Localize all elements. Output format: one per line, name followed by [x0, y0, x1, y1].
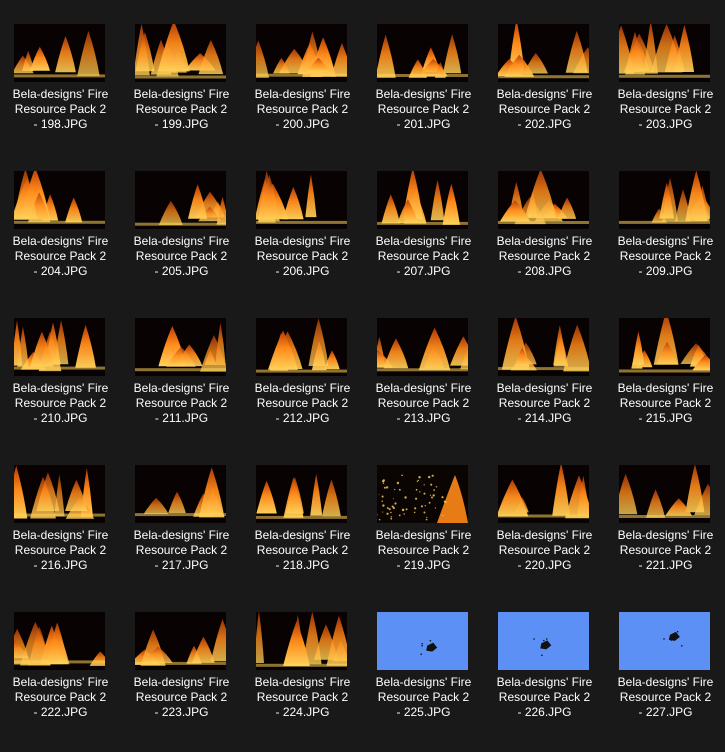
- file-name-label[interactable]: Bela-designs' Fire Resource Pack 2 - 226…: [484, 675, 605, 720]
- file-name-label[interactable]: Bela-designs' Fire Resource Pack 2 - 212…: [242, 381, 363, 426]
- file-thumbnail[interactable]: [256, 465, 347, 523]
- file-item[interactable]: Bela-designs' Fire Resource Pack 2 - 212…: [242, 318, 363, 458]
- file-thumbnail[interactable]: [377, 171, 468, 229]
- file-name-label[interactable]: Bela-designs' Fire Resource Pack 2 - 203…: [605, 87, 725, 132]
- file-item[interactable]: Bela-designs' Fire Resource Pack 2 - 220…: [484, 465, 605, 605]
- file-item[interactable]: Bela-designs' Fire Resource Pack 2 - 207…: [363, 171, 484, 311]
- file-thumbnail[interactable]: [498, 465, 589, 523]
- file-thumbnail[interactable]: [256, 612, 347, 670]
- file-thumbnail[interactable]: [619, 612, 710, 670]
- file-name-label[interactable]: Bela-designs' Fire Resource Pack 2 - 206…: [242, 234, 363, 279]
- file-name-label[interactable]: Bela-designs' Fire Resource Pack 2 - 213…: [363, 381, 484, 426]
- file-name-label[interactable]: Bela-designs' Fire Resource Pack 2 - 225…: [363, 675, 484, 720]
- file-thumbnail[interactable]: [135, 171, 226, 229]
- file-item[interactable]: Bela-designs' Fire Resource Pack 2 - 199…: [121, 24, 242, 164]
- file-item[interactable]: Bela-designs' Fire Resource Pack 2 - 223…: [121, 612, 242, 752]
- file-item[interactable]: Bela-designs' Fire Resource Pack 2 - 200…: [242, 24, 363, 164]
- file-name-label[interactable]: Bela-designs' Fire Resource Pack 2 - 218…: [242, 528, 363, 573]
- file-item[interactable]: Bela-designs' Fire Resource Pack 2 - 218…: [242, 465, 363, 605]
- file-item[interactable]: Bela-designs' Fire Resource Pack 2 - 204…: [0, 171, 121, 311]
- file-thumbnail[interactable]: [498, 24, 589, 82]
- file-name-label[interactable]: Bela-designs' Fire Resource Pack 2 - 198…: [0, 87, 121, 132]
- file-name-label[interactable]: Bela-designs' Fire Resource Pack 2 - 201…: [363, 87, 484, 132]
- file-name-label[interactable]: Bela-designs' Fire Resource Pack 2 - 211…: [121, 381, 242, 426]
- file-thumbnail[interactable]: [256, 171, 347, 229]
- file-thumbnail[interactable]: [619, 24, 710, 82]
- file-thumbnail[interactable]: [14, 465, 105, 523]
- file-name-label[interactable]: Bela-designs' Fire Resource Pack 2 - 214…: [484, 381, 605, 426]
- file-item[interactable]: Bela-designs' Fire Resource Pack 2 - 219…: [363, 465, 484, 605]
- file-thumbnail[interactable]: [619, 318, 710, 376]
- file-item[interactable]: Bela-designs' Fire Resource Pack 2 - 225…: [363, 612, 484, 752]
- file-thumbnail[interactable]: [14, 24, 105, 82]
- file-name-label[interactable]: Bela-designs' Fire Resource Pack 2 - 219…: [363, 528, 484, 573]
- file-thumbnail[interactable]: [256, 24, 347, 82]
- file-name-label[interactable]: Bela-designs' Fire Resource Pack 2 - 202…: [484, 87, 605, 132]
- file-name-label[interactable]: Bela-designs' Fire Resource Pack 2 - 221…: [605, 528, 725, 573]
- file-item[interactable]: Bela-designs' Fire Resource Pack 2 - 224…: [242, 612, 363, 752]
- file-name-label[interactable]: Bela-designs' Fire Resource Pack 2 - 209…: [605, 234, 725, 279]
- file-item[interactable]: Bela-designs' Fire Resource Pack 2 - 208…: [484, 171, 605, 311]
- file-thumbnail[interactable]: [498, 171, 589, 229]
- file-item[interactable]: Bela-designs' Fire Resource Pack 2 - 213…: [363, 318, 484, 458]
- file-item[interactable]: Bela-designs' Fire Resource Pack 2 - 214…: [484, 318, 605, 458]
- file-item[interactable]: Bela-designs' Fire Resource Pack 2 - 221…: [605, 465, 725, 605]
- file-thumbnail[interactable]: [14, 171, 105, 229]
- file-item[interactable]: Bela-designs' Fire Resource Pack 2 - 209…: [605, 171, 725, 311]
- file-item[interactable]: Bela-designs' Fire Resource Pack 2 - 202…: [484, 24, 605, 164]
- file-item[interactable]: Bela-designs' Fire Resource Pack 2 - 215…: [605, 318, 725, 458]
- file-name-label[interactable]: Bela-designs' Fire Resource Pack 2 - 205…: [121, 234, 242, 279]
- file-item[interactable]: Bela-designs' Fire Resource Pack 2 - 206…: [242, 171, 363, 311]
- file-item[interactable]: Bela-designs' Fire Resource Pack 2 - 203…: [605, 24, 725, 164]
- file-thumbnail[interactable]: [135, 318, 226, 376]
- file-thumbnail[interactable]: [135, 24, 226, 82]
- file-name-label[interactable]: Bela-designs' Fire Resource Pack 2 - 224…: [242, 675, 363, 720]
- file-item[interactable]: Bela-designs' Fire Resource Pack 2 - 227…: [605, 612, 725, 752]
- file-thumbnail[interactable]: [377, 612, 468, 670]
- file-name-label[interactable]: Bela-designs' Fire Resource Pack 2 - 200…: [242, 87, 363, 132]
- file-thumbnail[interactable]: [14, 612, 105, 670]
- file-item[interactable]: Bela-designs' Fire Resource Pack 2 - 226…: [484, 612, 605, 752]
- file-item[interactable]: Bela-designs' Fire Resource Pack 2 - 205…: [121, 171, 242, 311]
- file-grid: Bela-designs' Fire Resource Pack 2 - 198…: [0, 0, 725, 722]
- file-item[interactable]: Bela-designs' Fire Resource Pack 2 - 217…: [121, 465, 242, 605]
- file-item[interactable]: Bela-designs' Fire Resource Pack 2 - 211…: [121, 318, 242, 458]
- file-item[interactable]: Bela-designs' Fire Resource Pack 2 - 210…: [0, 318, 121, 458]
- file-name-label[interactable]: Bela-designs' Fire Resource Pack 2 - 207…: [363, 234, 484, 279]
- file-name-label[interactable]: Bela-designs' Fire Resource Pack 2 - 223…: [121, 675, 242, 720]
- file-name-label[interactable]: Bela-designs' Fire Resource Pack 2 - 216…: [0, 528, 121, 573]
- file-item[interactable]: Bela-designs' Fire Resource Pack 2 - 216…: [0, 465, 121, 605]
- file-name-label[interactable]: Bela-designs' Fire Resource Pack 2 - 204…: [0, 234, 121, 279]
- file-thumbnail[interactable]: [256, 318, 347, 376]
- file-name-label[interactable]: Bela-designs' Fire Resource Pack 2 - 215…: [605, 381, 725, 426]
- file-name-label[interactable]: Bela-designs' Fire Resource Pack 2 - 208…: [484, 234, 605, 279]
- file-thumbnail[interactable]: [135, 612, 226, 670]
- file-thumbnail[interactable]: [619, 171, 710, 229]
- file-thumbnail[interactable]: [498, 318, 589, 376]
- file-thumbnail[interactable]: [619, 465, 710, 523]
- file-item[interactable]: Bela-designs' Fire Resource Pack 2 - 201…: [363, 24, 484, 164]
- file-name-label[interactable]: Bela-designs' Fire Resource Pack 2 - 222…: [0, 675, 121, 720]
- file-thumbnail[interactable]: [498, 612, 589, 670]
- file-thumbnail[interactable]: [14, 318, 105, 376]
- file-name-label[interactable]: Bela-designs' Fire Resource Pack 2 - 199…: [121, 87, 242, 132]
- file-name-label[interactable]: Bela-designs' Fire Resource Pack 2 - 227…: [605, 675, 725, 720]
- file-thumbnail[interactable]: [377, 318, 468, 376]
- file-thumbnail[interactable]: [377, 24, 468, 82]
- file-item[interactable]: Bela-designs' Fire Resource Pack 2 - 222…: [0, 612, 121, 752]
- file-thumbnail[interactable]: [135, 465, 226, 523]
- file-name-label[interactable]: Bela-designs' Fire Resource Pack 2 - 220…: [484, 528, 605, 573]
- file-item[interactable]: Bela-designs' Fire Resource Pack 2 - 198…: [0, 24, 121, 164]
- file-thumbnail[interactable]: [377, 465, 468, 523]
- file-name-label[interactable]: Bela-designs' Fire Resource Pack 2 - 210…: [0, 381, 121, 426]
- file-name-label[interactable]: Bela-designs' Fire Resource Pack 2 - 217…: [121, 528, 242, 573]
